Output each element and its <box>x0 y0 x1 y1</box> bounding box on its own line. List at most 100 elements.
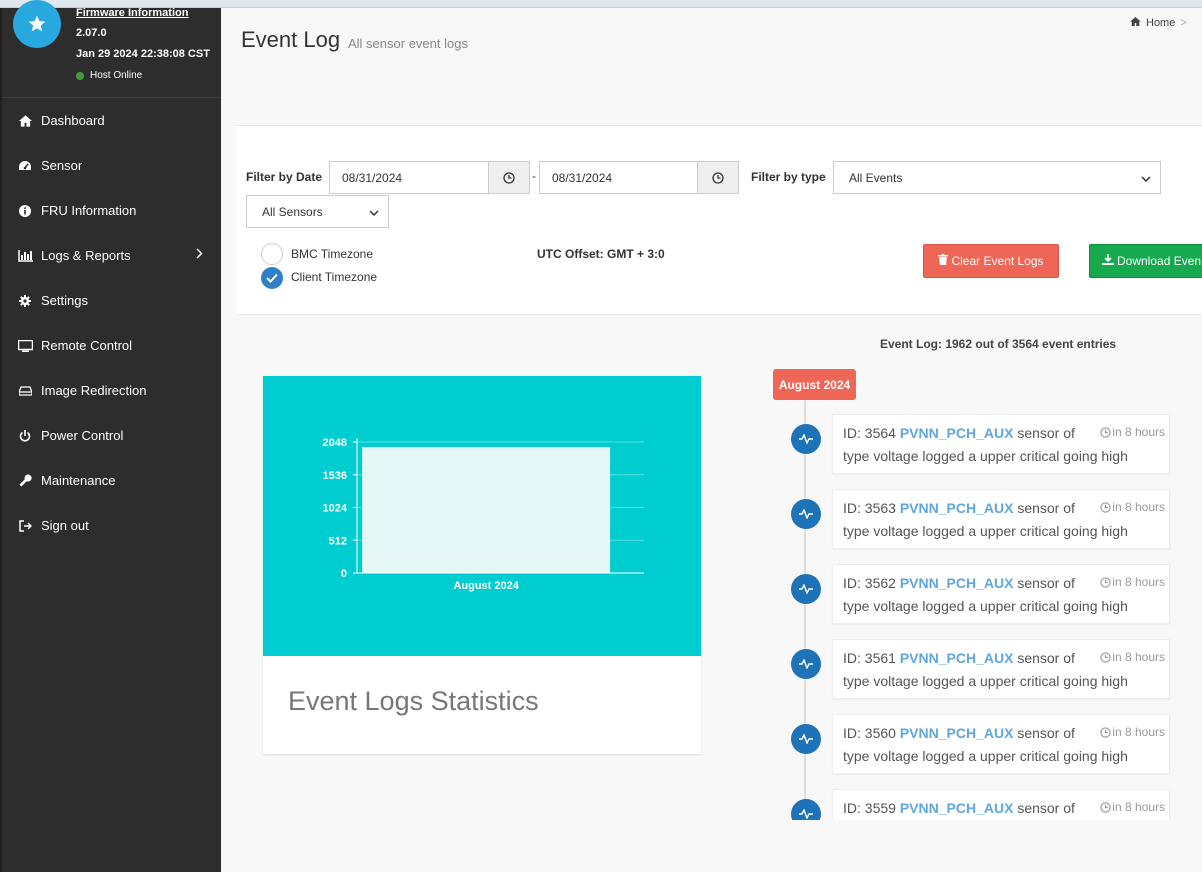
page-subtitle: All sensor event logs <box>348 36 468 51</box>
sidebar-item-settings[interactable]: Settings <box>2 278 221 323</box>
date-separator: - <box>532 169 536 183</box>
sidebar-item-remote-control[interactable]: Remote Control <box>2 323 221 368</box>
chart-bar <box>362 447 611 574</box>
event-line-1: ID: 3561 PVNN_PCH_AUX sensor of <box>843 650 1075 666</box>
event-sensor-link[interactable]: PVNN_PCH_AUX <box>900 800 1014 816</box>
page-title: Event Log <box>241 27 341 52</box>
event-time-label: in 8 hours <box>1112 725 1165 739</box>
client-timezone-radio[interactable] <box>261 267 283 289</box>
event-text-1: sensor of <box>1017 800 1075 816</box>
sidebar-item-dashboard[interactable]: Dashboard <box>2 98 221 143</box>
breadcrumb-separator: > <box>1180 17 1187 29</box>
event-time: in 8 hours <box>1100 575 1165 589</box>
event-time: in 8 hours <box>1100 650 1165 664</box>
date-to-input[interactable]: 08/31/2024 <box>539 161 699 194</box>
sidebar-item-fru-information[interactable]: FRU Information <box>2 188 221 233</box>
sidebar-item-sign-out[interactable]: Sign out <box>2 503 221 548</box>
sidebar-item-label: Maintenance <box>41 473 116 488</box>
firmware-date: Jan 29 2024 22:38:08 CST <box>76 48 210 60</box>
chart-title: Event Logs Statistics <box>288 686 539 716</box>
sidebar-item-label: Dashboard <box>41 113 105 128</box>
clock-icon <box>1100 426 1111 438</box>
y-tick-label: 0 <box>341 568 347 580</box>
event-id: ID: 3563 <box>843 500 896 516</box>
sidebar-item-power-control[interactable]: Power Control <box>2 413 221 458</box>
y-tick-label: 1536 <box>323 470 347 482</box>
pulse-icon <box>791 424 821 454</box>
breadcrumb: Home > <box>1130 17 1187 29</box>
sidebar-item-label: Sign out <box>41 518 89 533</box>
event-sensor-link[interactable]: PVNN_PCH_AUX <box>900 650 1014 666</box>
sidebar-item-label: Image Redirection <box>41 383 147 398</box>
event-count-text: Event Log: 1962 out of 3564 event entrie… <box>880 337 1117 351</box>
bmc-timezone-label: BMC Timezone <box>291 247 374 261</box>
download-icon <box>1102 254 1114 268</box>
pulse-icon <box>791 499 821 529</box>
event-sensor-link[interactable]: PVNN_PCH_AUX <box>900 500 1014 516</box>
clock-icon <box>1100 801 1111 813</box>
sensor-value: All Sensors <box>262 205 323 219</box>
sidebar-item-logs-reports[interactable]: Logs & Reports <box>2 233 221 278</box>
pulse-icon <box>791 649 821 679</box>
clear-event-logs-button[interactable]: Clear Event Logs <box>923 244 1059 278</box>
event-type-select[interactable]: All Events <box>833 161 1161 194</box>
event-id: ID: 3559 <box>843 800 896 816</box>
chevron-down-icon <box>369 206 379 220</box>
event-logs-chart: 0 512 1024 1536 2048 August 2024 <box>323 437 644 592</box>
event-line-1: ID: 3560 PVNN_PCH_AUX sensor of <box>843 725 1075 741</box>
event-sensor-link[interactable]: PVNN_PCH_AUX <box>900 725 1014 741</box>
timeline-event-card: ID: 3559 PVNN_PCH_AUX sensor of in 8 hour… <box>832 789 1170 820</box>
download-events-label: Download Even <box>1117 254 1202 268</box>
host-status-label: Host Online <box>90 70 143 81</box>
event-text-1: sensor of <box>1017 500 1075 516</box>
pulse-icon <box>791 799 821 820</box>
bar-chart-icon <box>17 249 33 262</box>
bmc-timezone-radio[interactable] <box>261 243 283 265</box>
drive-icon <box>17 385 33 396</box>
clock-icon <box>1100 576 1111 588</box>
sidebar-item-sensor[interactable]: Sensor <box>2 143 221 188</box>
sidebar-item-image-redirection[interactable]: Image Redirection <box>2 368 221 413</box>
timeline-list: ID: 3564 PVNN_PCH_AUX sensor of in 8 hour… <box>781 400 1202 820</box>
sidebar-item-label: Sensor <box>41 158 83 173</box>
gear-icon <box>17 294 33 307</box>
firmware-information-link[interactable]: Firmware Information <box>76 7 188 19</box>
clock-icon[interactable] <box>697 161 739 194</box>
date-from-input[interactable]: 08/31/2024 <box>329 161 489 194</box>
power-icon <box>17 429 33 442</box>
event-sensor-link[interactable]: PVNN_PCH_AUX <box>900 425 1014 441</box>
gauge-icon <box>17 160 33 172</box>
event-line-1: ID: 3564 PVNN_PCH_AUX sensor of <box>843 425 1075 441</box>
chevron-down-icon <box>1141 172 1151 186</box>
breadcrumb-home-link[interactable]: Home <box>1146 17 1175 29</box>
event-sensor-link[interactable]: PVNN_PCH_AUX <box>900 575 1014 591</box>
firmware-version: 2.07.0 <box>76 27 107 39</box>
sensor-select[interactable]: All Sensors <box>246 195 389 228</box>
event-id: ID: 3562 <box>843 575 896 591</box>
filter-by-type-label: Filter by type <box>751 170 826 184</box>
home-icon <box>17 114 33 127</box>
download-events-button[interactable]: Download Even <box>1089 244 1202 278</box>
chart-area: 0 512 1024 1536 2048 August 2024 <box>263 376 701 656</box>
info-icon <box>17 204 33 217</box>
monitor-icon <box>17 339 33 352</box>
pulse-icon <box>791 574 821 604</box>
event-time-label: in 8 hours <box>1112 425 1165 439</box>
timeline-event-card: ID: 3561 PVNN_PCH_AUX sensor of in 8 hour… <box>832 639 1170 699</box>
event-line-1: ID: 3562 PVNN_PCH_AUX sensor of <box>843 575 1075 591</box>
timeline-event-card: ID: 3563 PVNN_PCH_AUX sensor of in 8 hour… <box>832 489 1170 549</box>
sidebar-item-label: Power Control <box>41 428 124 443</box>
checkmark-icon <box>266 273 278 283</box>
sidebar-item-maintenance[interactable]: Maintenance <box>2 458 221 503</box>
sidebar: Firmware Information 2.07.0 Jan 29 2024 … <box>0 0 221 872</box>
trash-icon <box>938 254 949 268</box>
clock-icon[interactable] <box>488 161 530 194</box>
event-time: in 8 hours <box>1100 800 1165 814</box>
star-avatar-icon <box>13 0 61 48</box>
clock-icon <box>1100 726 1111 738</box>
event-text-1: sensor of <box>1017 725 1075 741</box>
filter-by-date-label: Filter by Date <box>246 170 323 184</box>
y-tick-label: 1024 <box>323 503 348 515</box>
event-line-1: ID: 3563 PVNN_PCH_AUX sensor of <box>843 500 1075 516</box>
clock-icon <box>1100 651 1111 663</box>
